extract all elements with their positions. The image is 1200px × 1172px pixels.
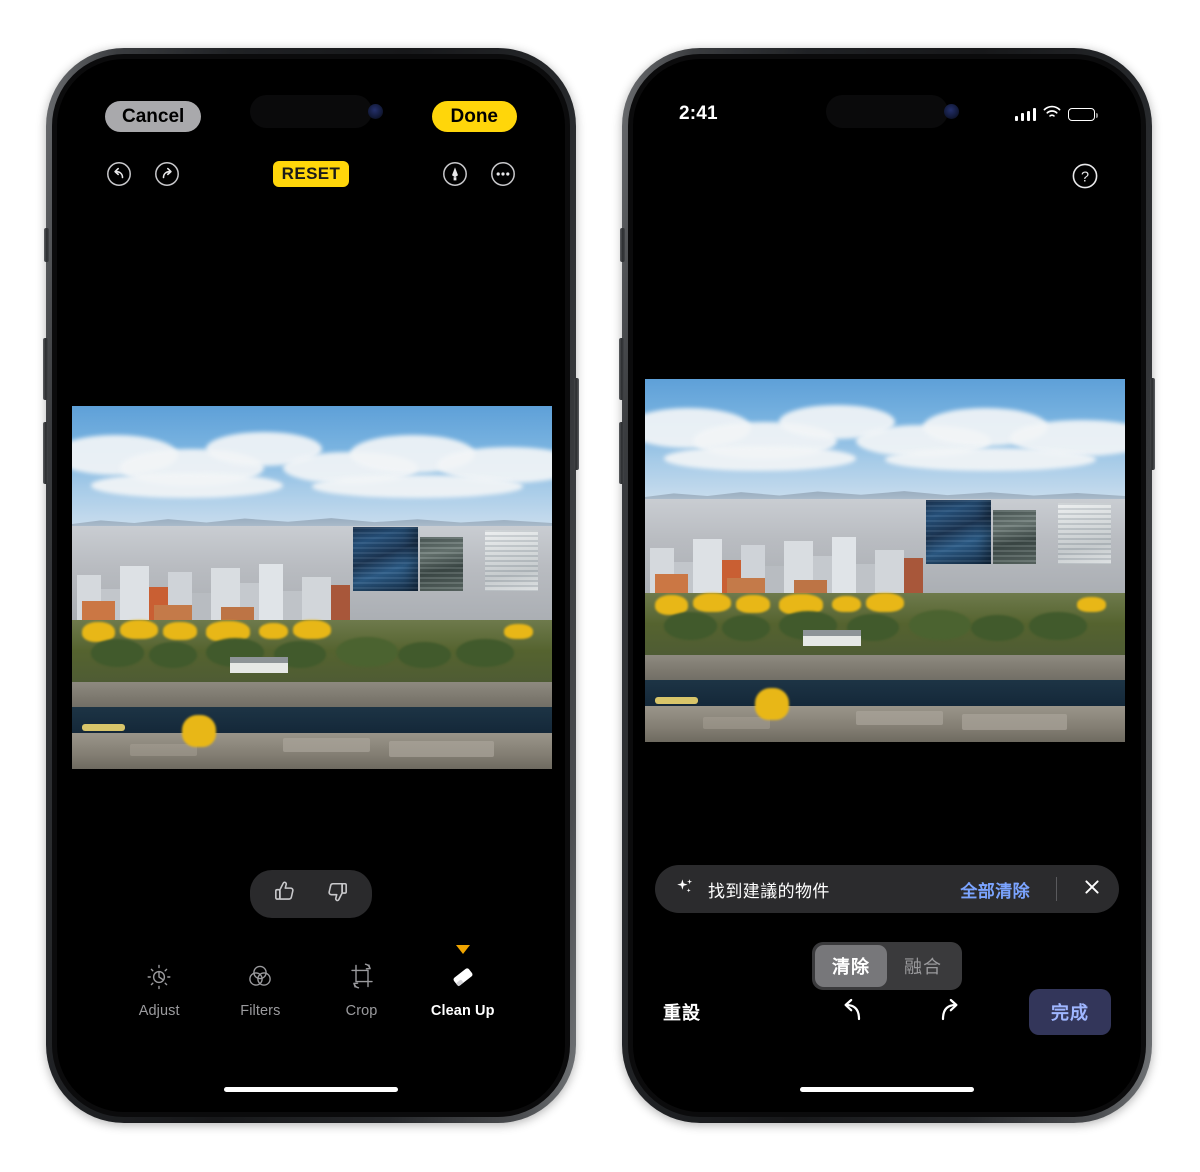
screen-left: Cancel Done RESET Adjust Filters Crop Cl… [57, 59, 565, 1112]
segment-clean[interactable]: 清除 [815, 945, 887, 987]
tool-crop[interactable]: Crop [323, 961, 401, 1019]
more-options-icon[interactable] [489, 160, 517, 188]
sparkles-icon [674, 876, 696, 903]
editor-action-bar: RESET [57, 156, 565, 192]
crop-icon [347, 961, 377, 996]
suggestion-text: 找到建議的物件 [708, 881, 830, 901]
screenshot-canvas: Cancel Done RESET Adjust Filters Crop Cl… [0, 0, 1200, 1172]
blue-glass-tower [925, 499, 991, 564]
home-indicator[interactable] [224, 1086, 398, 1092]
divider [1056, 877, 1057, 901]
stone-foundation-layer [72, 732, 552, 769]
tool-clean-up[interactable]: Clean Up [424, 945, 502, 1019]
power-button[interactable] [1150, 378, 1155, 470]
park-layer [72, 620, 552, 690]
done-button[interactable]: 完成 [1029, 989, 1111, 1035]
park-building [230, 657, 288, 673]
power-button[interactable] [574, 378, 579, 470]
volume-up-button[interactable] [619, 338, 624, 400]
volume-down-button[interactable] [43, 422, 48, 484]
status-time: 2:41 [679, 103, 718, 124]
tool-adjust[interactable]: Adjust [120, 961, 198, 1019]
new-feature-badge-icon [455, 945, 470, 954]
park-layer [645, 593, 1125, 663]
tool-label: Filters [240, 1003, 281, 1019]
redo-icon[interactable] [933, 994, 965, 1031]
tool-label: Crop [345, 1003, 378, 1019]
clear-all-button[interactable]: 全部清除 [960, 877, 1030, 902]
park-building [803, 630, 861, 646]
done-button[interactable]: Done [431, 100, 517, 132]
redo-icon[interactable] [153, 160, 181, 188]
moat-boat [81, 723, 125, 731]
thumbs-up-icon[interactable] [272, 878, 299, 910]
suggestion-bar: 找到建議的物件 全部清除 [655, 865, 1119, 913]
wifi-icon [1043, 105, 1061, 124]
editor-top-bar: Cancel Done [57, 99, 565, 133]
tool-label: Clean Up [430, 1003, 495, 1019]
stone-foundation-layer [645, 705, 1125, 742]
reset-button[interactable]: RESET [272, 160, 350, 188]
tool-label: Adjust [138, 1003, 180, 1019]
mode-segmented-control: 清除 融合 [812, 942, 962, 990]
adjust-icon [144, 961, 174, 996]
filters-icon [245, 961, 275, 996]
eraser-icon [448, 961, 478, 996]
photo-canvas-right[interactable]: Aerial view of Osaka city skyline with O… [645, 379, 1125, 742]
markup-pen-icon[interactable] [441, 160, 469, 188]
close-icon[interactable] [1082, 877, 1102, 902]
silence-switch[interactable] [44, 228, 49, 262]
white-tower [1057, 502, 1111, 564]
editor-tool-tabs: Adjust Filters Crop Clean Up [57, 945, 565, 1019]
city-buildings-layer [72, 525, 552, 628]
city-buildings-layer [645, 498, 1125, 601]
segment-blend[interactable]: 融合 [887, 945, 959, 987]
white-tower [484, 529, 538, 591]
thumbs-down-icon[interactable] [323, 878, 350, 910]
reset-button[interactable]: 重設 [663, 999, 773, 1025]
undo-icon[interactable] [837, 994, 869, 1031]
svg-text:?: ? [1081, 169, 1089, 185]
cancel-button[interactable]: Cancel [105, 100, 202, 132]
bottom-action-bar: 重設 完成 [633, 988, 1141, 1036]
status-bar: 2:41 [633, 101, 1141, 127]
grey-tower [420, 536, 464, 591]
help-question-icon[interactable]: ? [1071, 162, 1099, 190]
silence-switch[interactable] [620, 228, 625, 262]
tool-filters[interactable]: Filters [221, 961, 299, 1019]
volume-down-button[interactable] [619, 422, 624, 484]
screen-right: 2:41 ? 找到建議的物件 全部清除 清除 融合 重設 完成 [633, 59, 1141, 1112]
feedback-pill [250, 870, 372, 918]
blue-glass-tower [352, 526, 418, 591]
phone-right: 2:41 ? 找到建議的物件 全部清除 清除 融合 重設 完成 [619, 48, 1155, 1123]
grey-tower [993, 509, 1037, 564]
phone-left: Cancel Done RESET Adjust Filters Crop Cl… [43, 48, 579, 1123]
clouds-layer [72, 428, 552, 522]
moat-boat [654, 696, 698, 704]
cellular-signal-icon [1014, 107, 1036, 121]
clouds-layer [645, 401, 1125, 495]
photo-canvas-left[interactable]: Aerial view of Osaka city skyline with O… [72, 406, 552, 769]
undo-icon[interactable] [105, 160, 133, 188]
home-indicator[interactable] [800, 1086, 974, 1092]
battery-icon [1068, 107, 1098, 121]
volume-up-button[interactable] [43, 338, 48, 400]
